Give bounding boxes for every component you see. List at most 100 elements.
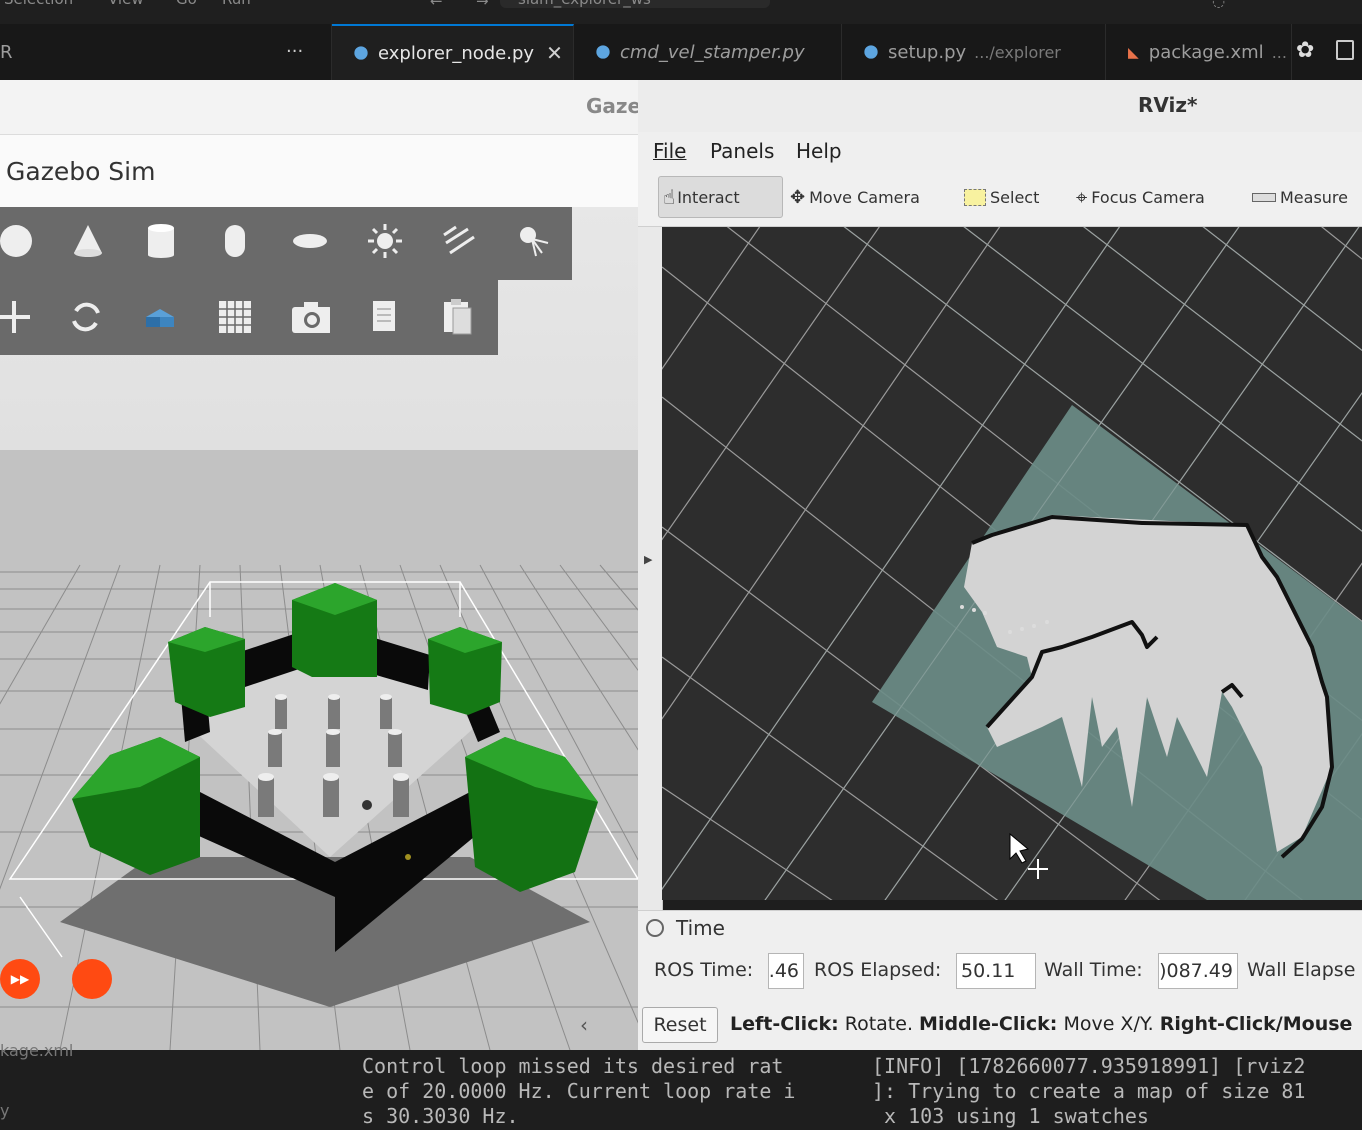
menu-go[interactable]: Go	[176, 0, 197, 8]
tab-label: explorer_node.py	[378, 42, 535, 64]
editor-tab-bar: R ... explorer_node.py ✕ cmd_vel_stamper…	[0, 24, 1362, 81]
terminal-line: e of 20.0000 Hz. Current loop rate i	[362, 1079, 796, 1103]
map-svg	[662, 227, 1362, 900]
tool-measure[interactable]: Measure	[1252, 176, 1348, 218]
terminal-line: ]: Trying to create a map of size 81	[872, 1079, 1306, 1103]
ros-elapsed-label: ROS Elapsed:	[814, 959, 942, 981]
tab-explorer-node[interactable]: explorer_node.py ✕	[332, 24, 574, 80]
terminal-line: Control loop missed its desired rat	[362, 1054, 784, 1078]
tab-setup[interactable]: setup.py .../explorer	[842, 24, 1106, 80]
play-button[interactable]: ▶▶	[0, 959, 40, 999]
tool-label: Move Camera	[809, 187, 920, 207]
tool-label: Select	[990, 187, 1040, 207]
cone-icon[interactable]	[68, 221, 108, 261]
menu-view[interactable]: View	[108, 0, 144, 8]
hint-right-click: Right-Click/Mouse	[1159, 1013, 1353, 1035]
focus-camera-icon: ⌖	[1076, 185, 1088, 209]
time-panel-title: Time	[676, 916, 725, 940]
copy-icon[interactable]	[365, 297, 405, 337]
directional-light-icon[interactable]	[440, 221, 480, 261]
collapse-panel-icon[interactable]: ‹	[580, 1013, 588, 1037]
gazebo-3d-scene[interactable]: ▶▶ ‹	[0, 207, 640, 1050]
transform-toolbar	[0, 280, 498, 355]
forward-arrow-icon[interactable]: →	[476, 0, 489, 10]
rss-icon: ◣	[1128, 45, 1139, 61]
camera-icon[interactable]	[290, 297, 330, 337]
rviz-toolbar: ☝ Interact ✥ Move Camera Select ⌖ Focus …	[638, 170, 1362, 227]
mouse-hint: Left-Click: Rotate. Middle-Click: Move X…	[730, 1013, 1352, 1035]
rviz-time-panel: Time ROS Time: .46 ROS Elapsed: 50.11 Wa…	[638, 910, 1362, 1051]
paste-icon[interactable]	[438, 297, 478, 337]
grid-icon[interactable]	[215, 297, 255, 337]
hint-middle-click: Middle-Click:	[919, 1013, 1058, 1035]
robot[interactable]	[362, 800, 372, 810]
tab-description: ...	[1271, 42, 1287, 62]
sun-light-icon[interactable]	[365, 221, 405, 261]
rviz-3d-view[interactable]	[662, 227, 1362, 900]
terminal-line: [INFO] [1782660077.935918991] [rviz2	[872, 1054, 1306, 1078]
tab-cmd-vel-stamper[interactable]: cmd_vel_stamper.py	[574, 24, 842, 80]
rviz-collapsed-panel[interactable]: ▶	[638, 227, 663, 910]
tab-description: .../explorer	[974, 42, 1061, 62]
shapes-toolbar	[0, 207, 572, 280]
tool-interact[interactable]: ☝ Interact	[658, 176, 783, 218]
capsule-icon[interactable]	[215, 221, 255, 261]
copilot-icon[interactable]: ✿	[1296, 38, 1314, 63]
menu-file[interactable]: File	[653, 139, 686, 163]
tab-label: cmd_vel_stamper.py	[620, 41, 805, 63]
sphere-icon[interactable]	[0, 221, 36, 261]
gazebo-app-title: Gazebo Sim	[6, 157, 156, 186]
tool-label: Focus Camera	[1091, 187, 1205, 207]
hint-left-click: Left-Click:	[730, 1013, 839, 1035]
expand-arrow-icon[interactable]: ▶	[644, 553, 652, 566]
menu-run[interactable]: Run	[222, 0, 251, 8]
python-icon	[864, 45, 878, 59]
tool-move-camera[interactable]: ✥ Move Camera	[790, 176, 920, 218]
gazebo-header: Gazebo Sim	[0, 135, 640, 207]
python-icon	[354, 46, 368, 60]
sidebar-header: R ...	[0, 24, 332, 80]
terminal-line: s 30.3030 Hz.	[362, 1104, 519, 1128]
menu-panels[interactable]: Panels	[710, 139, 774, 163]
hint-move: Move X/Y.	[1057, 1013, 1160, 1035]
rviz-titlebar: RViz*	[638, 80, 1362, 132]
workspace-title: slam_explorer_ws	[518, 0, 651, 8]
hint-rotate: Rotate.	[838, 1013, 920, 1035]
ros-time-field[interactable]: .46	[768, 953, 804, 989]
gazebo-titlebar: Gazebo	[0, 80, 669, 135]
tab-package-xml[interactable]: ◣ package.xml ...	[1106, 24, 1292, 80]
menu-selection[interactable]: Selection	[4, 0, 73, 8]
terminal-panel: kage.xml y Control loop missed its desir…	[0, 1041, 1362, 1130]
vscode-menubar: Selection View Go Run ← → slam_explorer_…	[0, 0, 1362, 24]
chat-icon[interactable]: ◌	[1212, 0, 1225, 10]
ros-time-label: ROS Time:	[654, 959, 754, 981]
explorer-fragment: kage.xml	[0, 1041, 74, 1060]
explorer-fragment-2: y	[0, 1101, 10, 1120]
tool-select[interactable]: Select	[964, 176, 1039, 218]
spot-light-icon[interactable]	[514, 221, 554, 261]
sidebar-title: R	[0, 41, 13, 63]
rotate-icon[interactable]	[66, 297, 106, 337]
close-icon[interactable]: ✕	[546, 41, 563, 65]
back-arrow-icon[interactable]: ←	[430, 0, 443, 10]
more-actions-icon[interactable]: ...	[286, 36, 303, 57]
ellipsoid-icon[interactable]	[290, 221, 330, 261]
cylinder-icon[interactable]	[141, 221, 181, 261]
split-editor-icon[interactable]	[1336, 40, 1354, 60]
translate-icon[interactable]	[0, 297, 34, 337]
rviz-menubar: File Panels Help	[638, 132, 1362, 171]
menu-help[interactable]: Help	[796, 139, 842, 163]
terminal-line: x 103 using 1 swatches	[872, 1104, 1149, 1128]
ruler-icon	[1252, 192, 1276, 202]
ros-elapsed-field[interactable]: 50.11	[956, 953, 1036, 989]
step-button[interactable]	[72, 959, 112, 999]
wall-time-label: Wall Time:	[1044, 959, 1143, 981]
hand-icon: ☝	[663, 185, 676, 209]
select-icon	[964, 188, 986, 206]
wall-time-field[interactable]: )087.49	[1158, 953, 1238, 989]
move-camera-icon: ✥	[790, 186, 806, 208]
tool-focus-camera[interactable]: ⌖ Focus Camera	[1076, 176, 1205, 218]
model-icon[interactable]	[140, 297, 180, 337]
fast-forward-icon: ▶▶	[10, 972, 30, 986]
reset-button[interactable]: Reset	[642, 1007, 718, 1043]
